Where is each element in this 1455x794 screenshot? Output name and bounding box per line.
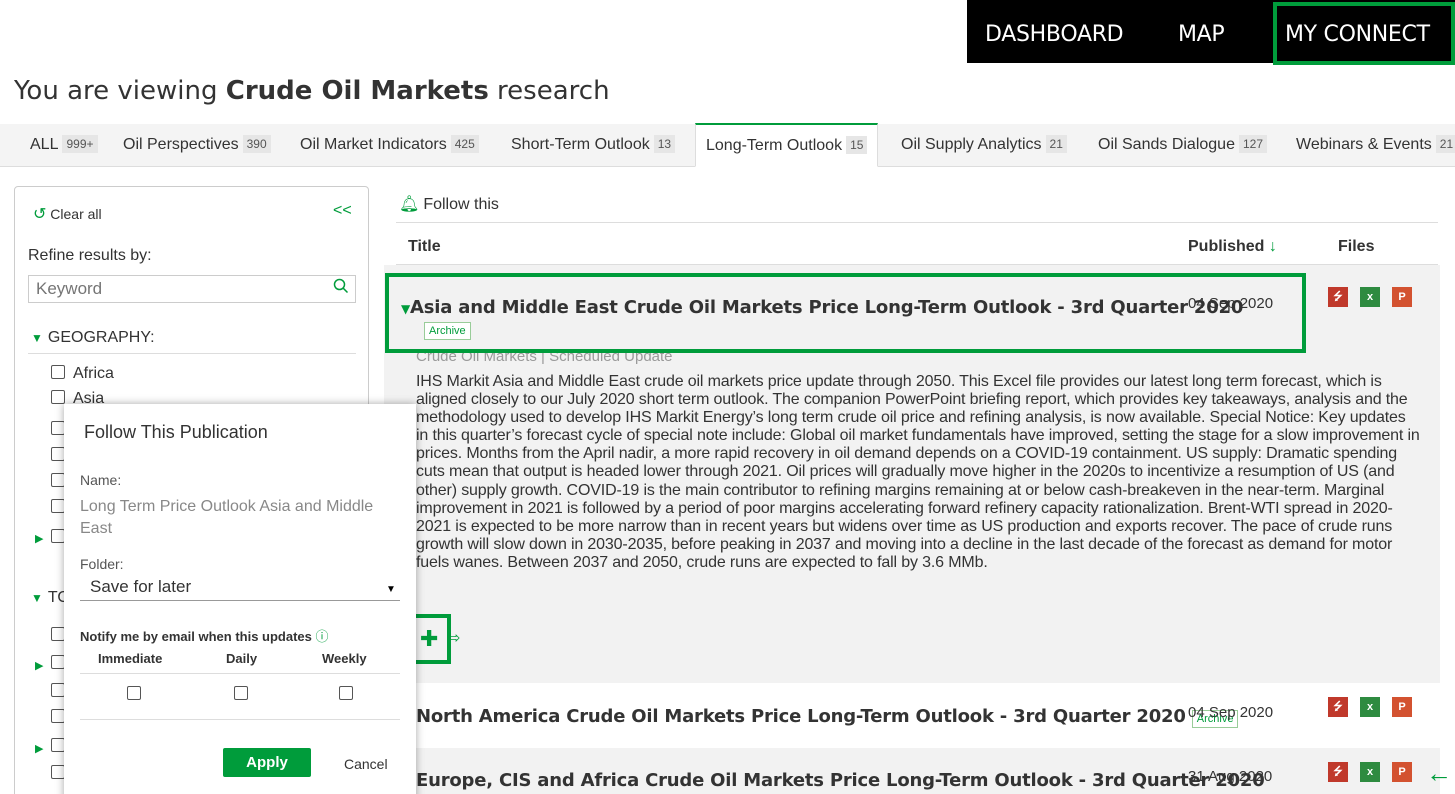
powerpoint-icon[interactable]: P [1392,697,1412,717]
highlight-my-connect [1273,2,1455,65]
freq-weekly-label: Weekly [322,651,367,666]
follow-this-button[interactable]: 🔔︎ Follow this [399,194,499,214]
notify-label: Notify me by email when this updates ⓘ [80,629,329,644]
powerpoint-icon[interactable]: P [1392,287,1412,307]
tab-webinars-events[interactable]: Webinars & Events 21 [1296,124,1455,166]
excel-icon[interactable]: x [1360,697,1380,717]
result-title[interactable]: Europe, CIS and Africa Crude Oil Markets… [416,770,1265,791]
published-date: 04 Sep 2020 [1188,704,1274,721]
tab-oil-sands-dialogue[interactable]: Oil Sands Dialogue 127 [1098,124,1267,166]
daily-checkbox[interactable] [234,686,248,700]
column-header-published[interactable]: Published ↓ [1188,238,1277,256]
apply-button[interactable]: Apply [223,748,311,777]
tab-oil-supply-analytics[interactable]: Oil Supply Analytics 21 [901,124,1067,166]
tab-short-term-outlook[interactable]: Short-Term Outlook 13 [511,124,676,166]
bell-icon: 🔔︎ [399,196,420,213]
filter-africa[interactable]: Africa [51,365,114,383]
highlight-result-title [385,273,1306,353]
tab-count: 21 [1435,135,1455,153]
tab-oil-market-indicators[interactable]: Oil Market Indicators 425 [300,124,479,166]
tab-count: 127 [1238,135,1267,153]
checkbox[interactable] [51,365,65,379]
tab-count: 390 [242,135,271,153]
search-icon[interactable] [333,278,351,296]
triangle-right-icon[interactable]: ▶ [35,532,43,545]
weekly-checkbox[interactable] [339,686,353,700]
column-header-title[interactable]: Title [408,238,441,256]
tab-count: 999+ [62,135,98,153]
tab-count: 21 [1045,135,1067,153]
tab-count: 15 [846,136,868,154]
tab-count: 13 [653,135,676,153]
result-title[interactable]: North America Crude Oil Markets Price Lo… [416,706,1239,728]
pointer-arrow-icon: ← [1426,758,1452,788]
sort-arrow-down-icon: ↓ [1268,238,1277,255]
tab-all[interactable]: ALL 999+ [30,124,98,166]
triangle-down-icon: ▼ [31,591,43,605]
published-date: 31 Aug 2020 [1188,768,1273,785]
divider [28,353,356,354]
folder-label: Folder: [80,556,124,572]
immediate-checkbox[interactable] [127,686,141,700]
tab-bar: ALL 999+ Oil Perspectives 390 Oil Market I… [0,123,1455,167]
clear-all-button[interactable]: ↺ Clear all [33,204,102,224]
pdf-icon[interactable]: ⭍ [1328,762,1348,782]
tab-long-term-outlook[interactable]: Long-Term Outlook 15 [695,123,879,167]
dropdown-arrow-icon[interactable]: ▼ [386,584,396,595]
freq-immediate-label: Immediate [98,651,163,666]
nav-dashboard[interactable]: DASHBOARD [985,22,1124,47]
cancel-button[interactable]: Cancel [344,756,388,772]
collapse-sidebar-button[interactable]: << [333,202,352,220]
tab-count: 425 [450,135,479,153]
reset-icon: ↺ [33,206,47,223]
triangle-right-icon[interactable]: ▶ [35,742,43,755]
triangle-right-icon[interactable]: ▶ [35,659,43,672]
refine-label: Refine results by: [28,247,152,264]
file-icons: ⭍ x P [1328,287,1424,307]
pdf-icon[interactable]: ⭍ [1328,287,1348,307]
file-icons: ⭍ x P [1328,762,1424,782]
column-header-files: Files [1338,238,1375,255]
file-icons: ⭍ x P [1328,697,1424,717]
dialog-title: Follow This Publication [84,422,268,442]
keyword-search-input[interactable] [28,275,356,303]
geography-filter-header[interactable]: ▼ GEOGRAPHY: [31,329,155,347]
folder-select[interactable]: Save for later [80,577,400,601]
name-label: Name: [80,472,122,488]
info-icon[interactable]: ⓘ [316,629,329,644]
tab-oil-perspectives[interactable]: Oil Perspectives 390 [123,124,271,166]
follow-publication-dialog: Follow This Publication Name: Long Term … [64,404,416,794]
excel-icon[interactable]: x [1360,287,1380,307]
result-description: IHS Markit Asia and Middle East crude oi… [416,373,1420,571]
divider [396,222,1438,223]
publication-name-field[interactable]: Long Term Price Outlook Asia and Middle … [80,496,390,540]
divider [80,673,400,674]
powerpoint-icon[interactable]: P [1392,762,1412,782]
freq-daily-label: Daily [226,651,258,666]
pdf-icon[interactable]: ⭍ [1328,697,1348,717]
nav-map[interactable]: MAP [1178,22,1225,47]
checkbox[interactable] [51,390,65,404]
excel-icon[interactable]: x [1360,762,1380,782]
triangle-down-icon: ▼ [31,331,43,345]
page-title: You are viewing Crude Oil Markets resear… [14,76,610,106]
divider [80,719,400,720]
research-subject: Crude Oil Markets [225,76,489,106]
